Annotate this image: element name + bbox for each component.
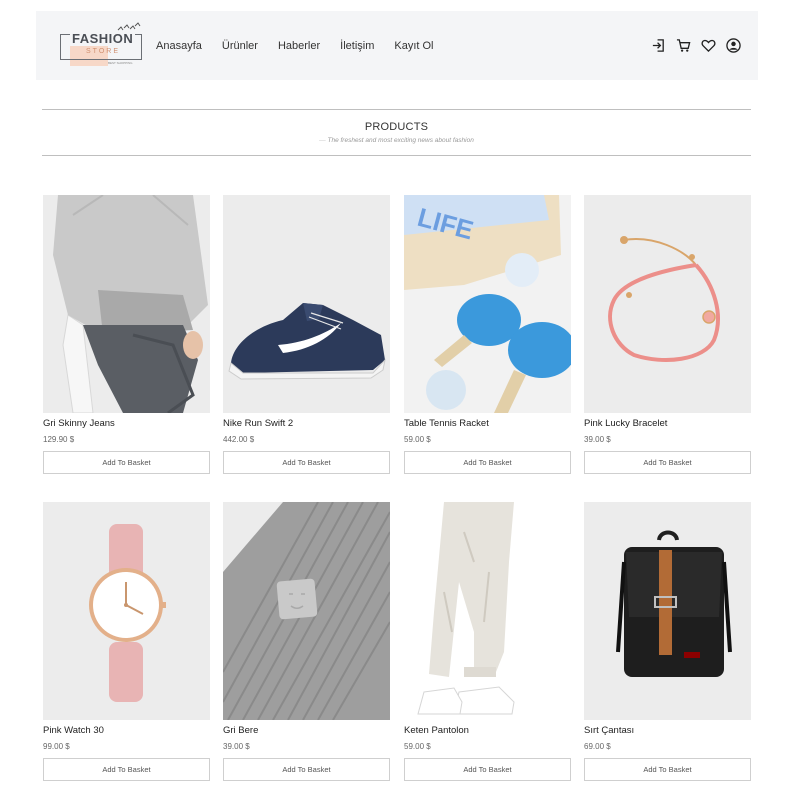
nav-link-iletisim[interactable]: İletişim [340,40,374,52]
heart-icon[interactable] [700,38,716,54]
product-name[interactable]: Sırt Çantası [584,725,751,738]
product-card[interactable]: Pink Watch 30 99.00 $ Add To Basket [43,502,210,781]
nav-link-kayit-ol[interactable]: Kayıt Ol [394,40,433,52]
product-card[interactable]: Gri Bere 39.00 $ Add To Basket [223,502,390,781]
product-name[interactable]: Table Tennis Racket [404,418,571,431]
add-to-basket-button[interactable]: Add To Basket [404,758,571,781]
product-name[interactable]: Keten Pantolon [404,725,571,738]
main-nav: Anasayfa Ürünler Haberler İletişim Kayıt… [156,11,454,80]
product-price: 442.00 $ [223,435,255,444]
header-icons [641,11,741,80]
sneaker-image [223,195,390,413]
product-card[interactable]: Gri Skinny Jeans 129.90 $ Add To Basket [43,195,210,474]
birds-icon [117,22,141,31]
backpack-image [584,502,751,720]
nav-link-haberler[interactable]: Haberler [278,40,320,52]
product-name[interactable]: Gri Bere [223,725,390,738]
product-price: 59.00 $ [404,742,431,751]
product-name[interactable]: Nike Run Swift 2 [223,418,390,431]
product-image-sneaker[interactable] [223,195,390,413]
product-name[interactable]: Gri Skinny Jeans [43,418,210,431]
product-image-backpack[interactable] [584,502,751,720]
bracelet-image [584,195,751,413]
add-to-basket-button[interactable]: Add To Basket [404,451,571,474]
product-card[interactable]: Nike Run Swift 2 442.00 $ Add To Basket [223,195,390,474]
logo-text: FASHION [70,31,136,46]
product-card[interactable]: Pink Lucky Bracelet 39.00 $ Add To Baske… [584,195,751,474]
section-title: PRODUCTS [364,121,429,133]
product-name[interactable]: Pink Lucky Bracelet [584,418,751,431]
add-to-basket-button[interactable]: Add To Basket [223,451,390,474]
logo-subtext: STORE [86,48,120,55]
linen-pants-image [404,502,571,720]
watch-image [43,502,210,720]
product-image-watch[interactable] [43,502,210,720]
nav-link-urunler[interactable]: Ürünler [222,40,258,52]
product-price: 59.00 $ [404,435,431,444]
product-image-linen-pants[interactable] [404,502,571,720]
fashion-store-logo[interactable]: FASHION STORE BEST SHOPPING [58,22,144,68]
product-image-jeans[interactable] [43,195,210,413]
product-card[interactable]: Sırt Çantası 69.00 $ Add To Basket [584,502,751,781]
product-image-ping-pong[interactable]: LIFE [404,195,571,413]
product-image-bracelet[interactable] [584,195,751,413]
products-section-header: PRODUCTS The freshest and most exciting … [42,109,751,156]
add-to-basket-button[interactable]: Add To Basket [584,758,751,781]
add-to-basket-button[interactable]: Add To Basket [584,451,751,474]
product-image-beanie[interactable] [223,502,390,720]
login-icon[interactable] [650,38,666,54]
ping-pong-image: LIFE [404,195,571,413]
product-price: 99.00 $ [43,742,70,751]
product-card[interactable]: Keten Pantolon 59.00 $ Add To Basket [404,502,571,781]
model-jeans-image [43,195,210,413]
product-price: 39.00 $ [223,742,250,751]
nav-link-anasayfa[interactable]: Anasayfa [156,40,202,52]
cart-icon[interactable] [675,38,691,54]
user-icon[interactable] [725,38,741,54]
product-card[interactable]: LIFE Table Tennis Racket 59.00 $ Add To … [404,195,571,474]
beanie-image [223,502,390,720]
add-to-basket-button[interactable]: Add To Basket [43,451,210,474]
add-to-basket-button[interactable]: Add To Basket [43,758,210,781]
site-header: FASHION STORE BEST SHOPPING Anasayfa Ürü… [36,11,758,80]
product-price: 129.90 $ [43,435,75,444]
product-price: 69.00 $ [584,742,611,751]
add-to-basket-button[interactable]: Add To Basket [223,758,390,781]
section-subtitle: The freshest and most exciting news abou… [42,137,751,144]
product-price: 39.00 $ [584,435,611,444]
logo-tagline: BEST SHOPPING [108,61,133,65]
product-name[interactable]: Pink Watch 30 [43,725,210,738]
